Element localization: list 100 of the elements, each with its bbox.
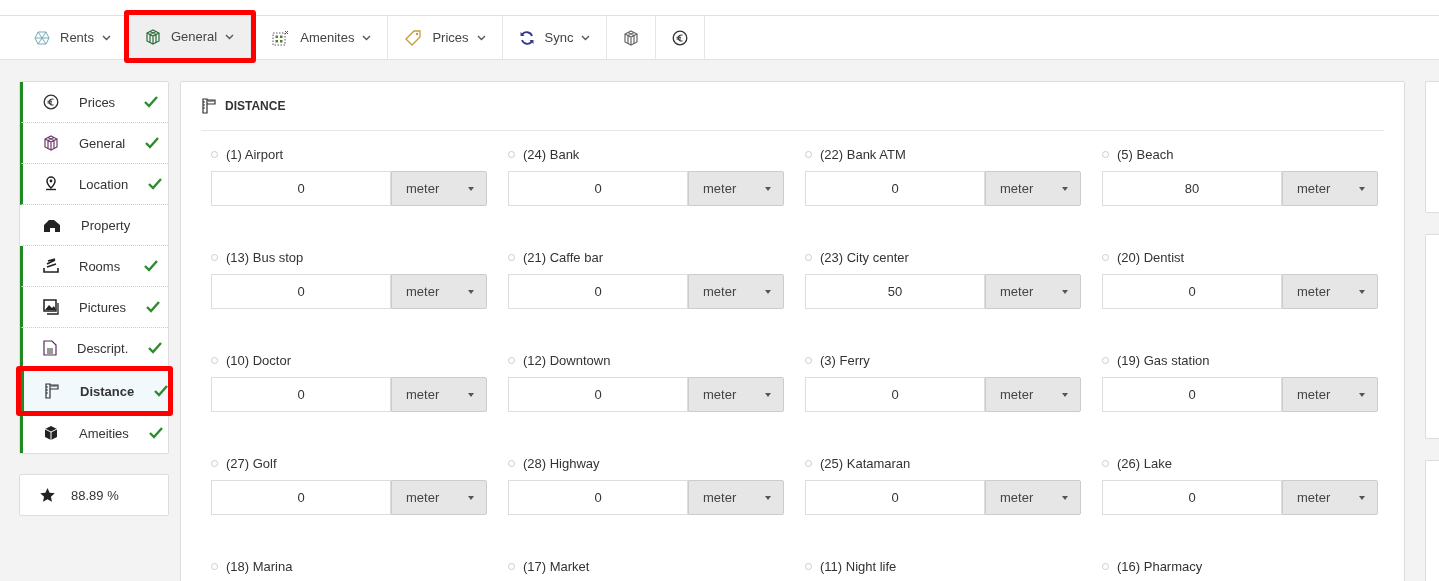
distance-label: (22) Bank ATM xyxy=(820,146,906,162)
unit-dropdown[interactable]: meter xyxy=(985,274,1081,309)
unit-dropdown[interactable]: meter xyxy=(688,274,784,309)
sidebar-item[interactable]: Location xyxy=(20,164,168,205)
distance-label: (13) Bus stop xyxy=(226,249,304,265)
sidebar-item[interactable]: Prices xyxy=(20,82,168,123)
chevron-down-icon xyxy=(362,34,372,41)
image-icon xyxy=(43,299,59,315)
house-icon xyxy=(43,217,61,233)
distance-input[interactable]: 0 xyxy=(805,480,985,515)
unit-dropdown[interactable]: meter xyxy=(391,274,487,309)
chevron-down-icon xyxy=(101,34,111,41)
distance-input[interactable]: 0 xyxy=(805,171,985,206)
sidebar-item[interactable]: Ameities xyxy=(20,413,168,453)
cube-icon xyxy=(144,28,161,45)
sidebar-label: General xyxy=(79,135,126,151)
distance-label: (1) Airport xyxy=(226,146,284,162)
check-icon xyxy=(148,427,163,439)
ruler-icon xyxy=(201,98,217,114)
distance-input[interactable]: 0 xyxy=(1102,377,1282,412)
star-icon xyxy=(40,488,55,502)
sidebar-label: Property xyxy=(81,217,132,233)
ruler-icon xyxy=(44,383,60,399)
sidebar-label: Descript. xyxy=(77,340,129,356)
unit-dropdown[interactable]: meter xyxy=(985,171,1081,206)
distance-input[interactable]: 0 xyxy=(1102,480,1282,515)
distance-input[interactable]: 50 xyxy=(805,274,985,309)
distance-input[interactable]: 0 xyxy=(508,274,688,309)
distance-input[interactable]: 0 xyxy=(211,377,391,412)
distance-label: (17) Market xyxy=(523,558,590,574)
distance-label: (3) Ferry xyxy=(820,352,870,368)
distance-input[interactable]: 0 xyxy=(508,377,688,412)
unit-dropdown[interactable]: meter xyxy=(391,171,487,206)
chevron-down-icon xyxy=(476,34,486,41)
euro-icon xyxy=(43,94,59,110)
distance-label: (23) City center xyxy=(820,249,909,265)
distance-input[interactable]: 80 xyxy=(1102,171,1282,206)
distance-label: (25) Katamaran xyxy=(820,455,911,471)
score-text: 88.89 % xyxy=(71,487,119,503)
distance-input[interactable]: 0 xyxy=(1102,274,1282,309)
check-icon xyxy=(148,342,163,354)
sync-icon xyxy=(518,29,535,46)
unit-dropdown[interactable]: meter xyxy=(391,377,487,412)
document-icon xyxy=(43,340,57,356)
panel-title: DISTANCE xyxy=(225,99,286,113)
cube-icon xyxy=(43,135,59,151)
sidebar-item[interactable]: General xyxy=(20,123,168,164)
distance-label: (16) Pharmacy xyxy=(1117,558,1203,574)
unit-dropdown[interactable]: meter xyxy=(688,377,784,412)
euro-icon xyxy=(672,29,689,46)
chevron-down-icon xyxy=(225,33,235,40)
hexagon-icon xyxy=(34,29,50,46)
unit-dropdown[interactable]: meter xyxy=(688,480,784,515)
distance-label: (18) Marina xyxy=(226,558,293,574)
unit-dropdown[interactable]: meter xyxy=(985,377,1081,412)
sidebar-item[interactable]: Rooms xyxy=(20,246,168,287)
sidebar-label: Distance xyxy=(80,383,135,399)
sidebar-label: Rooms xyxy=(79,258,122,274)
location-pin-icon xyxy=(43,176,59,192)
check-icon xyxy=(144,260,158,272)
distance-label: (20) Dentist xyxy=(1117,249,1185,265)
sidebar-item[interactable]: Distance xyxy=(21,371,168,411)
check-icon xyxy=(154,385,169,397)
chevron-down-icon xyxy=(581,34,591,41)
distance-input[interactable]: 0 xyxy=(508,480,688,515)
distance-label: (28) Highway xyxy=(523,455,600,471)
distance-input[interactable]: 0 xyxy=(211,274,391,309)
sidebar-item[interactable]: Property xyxy=(20,205,168,246)
check-icon xyxy=(145,301,160,313)
unit-dropdown[interactable]: meter xyxy=(1282,274,1378,309)
distance-input[interactable]: 0 xyxy=(211,171,391,206)
distance-input[interactable]: 0 xyxy=(508,171,688,206)
sidebar-item[interactable]: Pictures xyxy=(20,287,168,328)
distance-label: (21) Caffe bar xyxy=(523,249,603,265)
unit-dropdown[interactable]: meter xyxy=(1282,171,1378,206)
unit-dropdown[interactable]: meter xyxy=(985,480,1081,515)
unit-dropdown[interactable]: meter xyxy=(391,480,487,515)
tag-icon xyxy=(404,28,423,47)
distance-input[interactable]: 0 xyxy=(211,480,391,515)
box-icon xyxy=(43,425,59,441)
distance-label: (19) Gas station xyxy=(1117,352,1210,368)
distance-label: (10) Doctor xyxy=(226,352,292,368)
distance-label: (24) Bank xyxy=(523,146,580,162)
stack-icon xyxy=(43,258,59,274)
unit-dropdown[interactable]: meter xyxy=(1282,480,1378,515)
distance-label: (5) Beach xyxy=(1117,146,1174,162)
distance-input[interactable]: 0 xyxy=(805,377,985,412)
sidebar-label: Ameities xyxy=(79,425,129,441)
check-icon xyxy=(148,178,163,190)
sidebar-label: Pictures xyxy=(79,299,126,315)
sidebar-label: Prices xyxy=(79,94,117,110)
cube-icon xyxy=(623,29,640,46)
unit-dropdown[interactable]: meter xyxy=(688,171,784,206)
unit-dropdown[interactable]: meter xyxy=(1282,377,1378,412)
check-icon xyxy=(145,137,160,149)
menu-tab[interactable]: General xyxy=(128,15,252,58)
distance-label: (12) Downtown xyxy=(523,352,611,368)
distance-label: (11) Night life xyxy=(820,558,897,574)
grid-icon xyxy=(272,29,291,46)
distance-label: (26) Lake xyxy=(1117,455,1172,471)
